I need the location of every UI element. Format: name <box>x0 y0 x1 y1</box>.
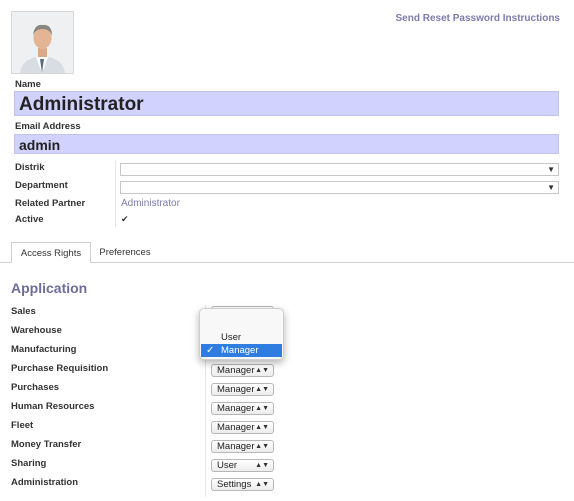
updown-icon: ▲▼ <box>255 481 269 488</box>
chevron-down-icon: ▼ <box>547 183 555 192</box>
updown-icon: ▲▼ <box>255 462 269 469</box>
app-label-warehouse: Warehouse <box>11 325 62 336</box>
app-label-administration: Administration <box>11 477 79 488</box>
app-label-sales: Sales <box>11 306 36 317</box>
department-select[interactable]: ▼ <box>120 181 559 194</box>
popup-option-manager[interactable]: ✓ Manager <box>201 344 282 357</box>
section-title-application: Application <box>11 280 88 296</box>
purchase-requisition-select[interactable]: Manager ▲▼ <box>211 364 274 377</box>
administration-select-value: Settings <box>217 479 252 490</box>
app-label-sharing: Sharing <box>11 458 47 469</box>
popup-option-manager-label: Manager <box>221 345 259 356</box>
updown-icon: ▲▼ <box>255 386 269 393</box>
app-label-manufacturing: Manufacturing <box>11 344 77 355</box>
name-input[interactable]: Administrator <box>14 91 559 116</box>
active-label: Active <box>15 214 44 225</box>
tab-preferences[interactable]: Preferences <box>92 242 158 263</box>
name-label: Name <box>15 79 41 90</box>
updown-icon: ▲▼ <box>255 367 269 374</box>
updown-icon: ▲▼ <box>255 443 269 450</box>
sharing-select-value: User <box>217 460 238 471</box>
app-label-purchases: Purchases <box>11 382 60 393</box>
tab-access-rights[interactable]: Access Rights <box>11 242 91 263</box>
department-label: Department <box>15 180 68 191</box>
money-transfer-select[interactable]: Manager ▲▼ <box>211 440 274 453</box>
fleet-select-value: Manager <box>217 422 255 433</box>
app-label-fleet: Fleet <box>11 420 34 431</box>
details-divider <box>115 161 116 227</box>
distrik-select[interactable]: ▼ <box>120 163 559 176</box>
human-resources-select-value: Manager <box>217 403 255 414</box>
purchases-select[interactable]: Manager ▲▼ <box>211 383 274 396</box>
sharing-select[interactable]: User ▲▼ <box>211 459 274 472</box>
related-partner-label: Related Partner <box>15 198 86 209</box>
human-resources-select[interactable]: Manager ▲▼ <box>211 402 274 415</box>
access-level-popup-menu: User ✓ Manager <box>199 308 284 360</box>
updown-icon: ▲▼ <box>255 424 269 431</box>
popup-option-user[interactable]: User <box>201 331 282 344</box>
popup-option-empty[interactable] <box>201 314 282 327</box>
distrik-label: Distrik <box>15 162 45 173</box>
send-reset-password-link[interactable]: Send Reset Password Instructions <box>396 13 561 24</box>
administration-select[interactable]: Settings ▲▼ <box>211 478 274 491</box>
email-label: Email Address <box>15 121 81 132</box>
fleet-select[interactable]: Manager ▲▼ <box>211 421 274 434</box>
email-input[interactable]: admin <box>14 134 559 154</box>
app-label-purchase-requisition: Purchase Requisition <box>11 363 109 374</box>
chevron-down-icon: ▼ <box>547 165 555 174</box>
money-transfer-select-value: Manager <box>217 441 255 452</box>
purchase-requisition-select-value: Manager <box>217 365 255 376</box>
updown-icon: ▲▼ <box>255 405 269 412</box>
related-partner-link[interactable]: Administrator <box>121 198 180 209</box>
app-label-human-resources: Human Resources <box>11 401 95 412</box>
checkmark-icon: ✓ <box>206 345 215 356</box>
popup-option-user-label: User <box>221 332 242 343</box>
active-checkbox[interactable]: ✔ <box>121 215 130 224</box>
user-avatar[interactable] <box>11 11 74 74</box>
purchases-select-value: Manager <box>217 384 255 395</box>
app-label-money-transfer: Money Transfer <box>11 439 82 450</box>
